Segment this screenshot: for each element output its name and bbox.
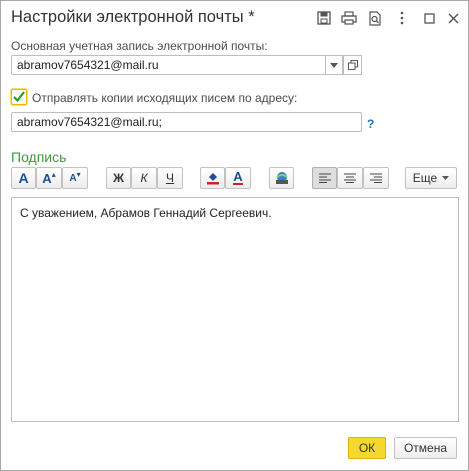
print-icon[interactable] <box>340 9 358 27</box>
checkmark-icon <box>13 91 25 103</box>
window-title: Настройки электронной почты * <box>11 8 255 26</box>
signature-section-title: Подпись <box>11 149 67 165</box>
more-label: Еще <box>412 171 438 185</box>
signature-editor[interactable]: С уважением, Абрамов Геннадий Сергеевич. <box>11 197 459 422</box>
cancel-button[interactable]: Отмена <box>394 437 457 459</box>
help-link[interactable]: ? <box>367 117 374 131</box>
align-right-button[interactable] <box>363 167 389 189</box>
align-left-icon <box>318 173 331 183</box>
account-dropdown-button[interactable] <box>325 55 343 75</box>
italic-button[interactable]: К <box>131 167 157 189</box>
copy-checkbox[interactable] <box>11 89 27 105</box>
maximize-icon[interactable] <box>420 9 438 27</box>
account-open-button[interactable] <box>343 55 362 75</box>
italic-label: К <box>140 171 148 185</box>
font-normal-button[interactable]: A <box>11 167 36 189</box>
underline-button[interactable]: Ч <box>157 167 183 189</box>
more-icon[interactable] <box>393 9 411 27</box>
save-icon[interactable] <box>315 9 333 27</box>
account-label: Основная учетная запись электронной почт… <box>11 39 268 53</box>
align-left-button[interactable] <box>312 167 337 189</box>
signature-text: С уважением, Абрамов Геннадий Сергеевич. <box>20 206 272 220</box>
font-bigger-button[interactable]: A ▴ <box>36 167 62 189</box>
font-smaller-icon: A <box>69 172 77 184</box>
copy-address-input[interactable]: abramov7654321@mail.ru; <box>11 112 362 132</box>
font-smaller-button[interactable]: A ▾ <box>62 167 88 189</box>
copy-label: Отправлять копии исходящих писем по адре… <box>32 91 298 105</box>
preview-icon[interactable] <box>366 9 384 27</box>
underline-label: Ч <box>166 171 174 185</box>
account-input[interactable]: abramov7654321@mail.ru <box>11 55 326 75</box>
bold-button[interactable]: Ж <box>106 167 131 189</box>
align-center-button[interactable] <box>337 167 363 189</box>
fill-bucket-icon <box>206 173 219 185</box>
settings-window: Настройки электронной почты * Основная у… <box>0 0 469 471</box>
font-color-button[interactable]: A <box>225 167 251 189</box>
close-icon[interactable] <box>444 9 462 27</box>
align-center-icon <box>344 173 356 183</box>
chevron-down-icon <box>330 62 338 68</box>
background-color-button[interactable] <box>200 167 225 189</box>
insert-image-button[interactable] <box>269 167 294 189</box>
more-button[interactable]: Еще <box>405 167 457 189</box>
bold-label: Ж <box>113 171 124 185</box>
chevron-down-icon <box>442 176 450 180</box>
font-color-icon: A <box>233 169 243 185</box>
font-bigger-icon: A <box>42 170 52 186</box>
ok-button[interactable]: ОК <box>348 437 386 459</box>
align-right-icon <box>370 173 382 183</box>
image-icon <box>275 172 288 184</box>
font-normal-icon: A <box>18 170 29 186</box>
open-icon <box>347 60 358 70</box>
